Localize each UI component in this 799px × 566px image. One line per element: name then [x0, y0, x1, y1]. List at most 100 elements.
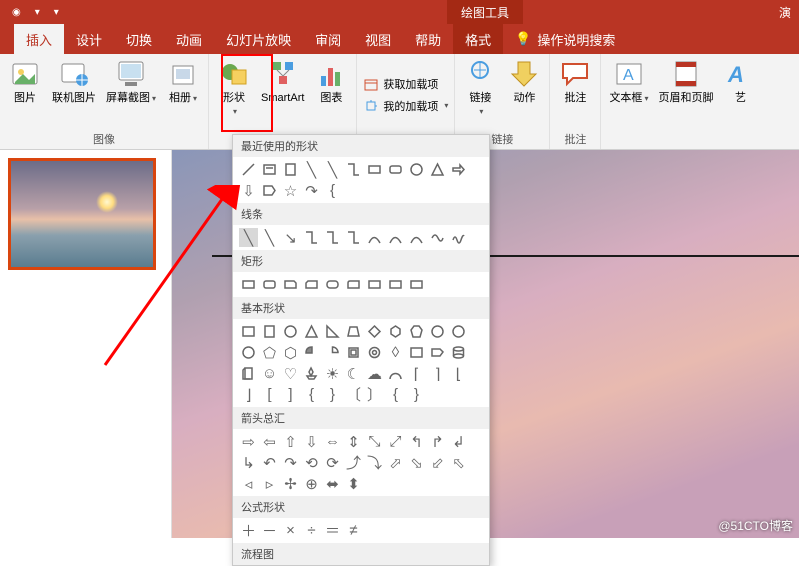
shape-ar25[interactable]: ✢	[281, 474, 300, 493]
shape-ar17[interactable]: ⤴	[344, 453, 363, 472]
shape-ar16[interactable]: ⟳	[323, 453, 342, 472]
shape-ar14[interactable]: ↷	[281, 453, 300, 472]
shape-rect8[interactable]	[386, 275, 405, 294]
shape-eq-plus[interactable]: ＋	[239, 521, 258, 540]
shape-b39[interactable]: 〔	[344, 385, 363, 404]
shape-b34[interactable]: ⌋	[239, 385, 258, 404]
tab-slideshow[interactable]: 幻灯片放映	[214, 24, 303, 54]
shape-ar3[interactable]: ⇧	[281, 432, 300, 451]
shape-b29[interactable]: ☁	[365, 364, 384, 383]
shape-rect2[interactable]	[260, 275, 279, 294]
shape-line3[interactable]: ╲	[323, 160, 342, 179]
shape-b33[interactable]: ⌊	[449, 364, 468, 383]
shape-b11[interactable]	[449, 322, 468, 341]
shape-ar12[interactable]: ↳	[239, 453, 258, 472]
shape-connector[interactable]	[344, 160, 363, 179]
action-button[interactable]: 动作	[503, 56, 545, 107]
shape-b30[interactable]	[386, 364, 405, 383]
shape-rect5[interactable]	[323, 275, 342, 294]
shape-ar8[interactable]: ⤢	[386, 432, 405, 451]
shape-rect6[interactable]	[344, 275, 363, 294]
shape-arrow-d[interactable]: ⇩	[239, 181, 258, 200]
shape-b26[interactable]	[302, 364, 321, 383]
shape-elbow3[interactable]	[344, 228, 363, 247]
shape-eq-neq[interactable]: ≠	[344, 521, 363, 540]
wordart-button[interactable]: A 艺	[719, 56, 761, 107]
shape-ar28[interactable]: ⬍	[344, 474, 363, 493]
shape-line-b[interactable]: ╲	[260, 228, 279, 247]
shape-rect7[interactable]	[365, 275, 384, 294]
shape-ar10[interactable]: ↱	[428, 432, 447, 451]
chart-button[interactable]: 图表	[310, 56, 352, 107]
shape-ar24[interactable]: ▹	[260, 474, 279, 493]
online-pictures-button[interactable]: 联机图片	[48, 56, 100, 107]
shape-b22[interactable]	[449, 343, 468, 362]
shape-b9[interactable]	[407, 322, 426, 341]
shape-ar4[interactable]: ⇩	[302, 432, 321, 451]
shape-ar2[interactable]: ⇦	[260, 432, 279, 451]
shape-roundrect[interactable]	[386, 160, 405, 179]
shape-b40[interactable]: 〕	[365, 385, 384, 404]
qat-more-icon[interactable]: ▾	[54, 7, 59, 18]
shape-b36[interactable]: ]	[281, 385, 300, 404]
tab-transition[interactable]: 切换	[114, 24, 164, 54]
tell-me-search[interactable]: 💡 操作说明搜索	[503, 24, 627, 54]
shape-ar15[interactable]: ⟲	[302, 453, 321, 472]
shape-elbow2[interactable]	[323, 228, 342, 247]
shape-b12[interactable]	[239, 343, 258, 362]
link-button[interactable]: 链接▾	[459, 56, 501, 120]
album-button[interactable]: 相册▾	[162, 56, 204, 107]
shape-eq-minus[interactable]: －	[260, 521, 279, 540]
shape-ar26[interactable]: ⊕	[302, 474, 321, 493]
tab-format[interactable]: 格式	[453, 24, 503, 54]
qat-dropdown-icon[interactable]: ▾	[35, 7, 40, 18]
shape-b6[interactable]	[344, 322, 363, 341]
shape-circle[interactable]	[407, 160, 426, 179]
shape-ar6[interactable]: ⇕	[344, 432, 363, 451]
autosave-icon[interactable]: ◉	[12, 7, 21, 18]
shape-ar9[interactable]: ↰	[407, 432, 426, 451]
shape-b41[interactable]: {	[386, 385, 405, 404]
shape-b23[interactable]	[239, 364, 258, 383]
screenshot-button[interactable]: 屏幕截图▾	[102, 56, 160, 107]
shape-b10[interactable]	[428, 322, 447, 341]
shape-b7[interactable]	[365, 322, 384, 341]
shape-eq-mult[interactable]: ×	[281, 521, 300, 540]
shape-b32[interactable]: ⌉	[428, 364, 447, 383]
shape-curve2[interactable]	[386, 228, 405, 247]
shape-b8[interactable]	[386, 322, 405, 341]
shape-triangle[interactable]	[428, 160, 447, 179]
get-addins-button[interactable]: 获取加载项	[361, 75, 440, 93]
tab-view[interactable]: 视图	[353, 24, 403, 54]
shape-b38[interactable]: }	[323, 385, 342, 404]
tab-insert[interactable]: 插入	[14, 24, 64, 54]
comment-button[interactable]: 批注	[554, 56, 596, 107]
tab-design[interactable]: 设计	[64, 24, 114, 54]
shape-ar20[interactable]: ⬂	[407, 453, 426, 472]
shape-rect9[interactable]	[407, 275, 426, 294]
shape-b13[interactable]: ⬠	[260, 343, 279, 362]
shape-scribble[interactable]	[449, 228, 468, 247]
tab-help[interactable]: 帮助	[403, 24, 453, 54]
shape-b15[interactable]	[302, 343, 321, 362]
shape-curve1[interactable]	[365, 228, 384, 247]
shape-ar13[interactable]: ↶	[260, 453, 279, 472]
shape-b31[interactable]: ⌈	[407, 364, 426, 383]
shape-b37[interactable]: {	[302, 385, 321, 404]
shape-textbox[interactable]	[260, 160, 279, 179]
shape-star[interactable]: ☆	[281, 181, 300, 200]
shape-ar27[interactable]: ⬌	[323, 474, 342, 493]
shape-b19[interactable]: ◊	[386, 343, 405, 362]
shape-pentagon[interactable]	[260, 181, 279, 200]
shape-b3[interactable]	[281, 322, 300, 341]
shape-rect3[interactable]	[281, 275, 300, 294]
shape-arrow-r[interactable]	[449, 160, 468, 179]
shape-ar23[interactable]: ◃	[239, 474, 258, 493]
shape-curve3[interactable]	[407, 228, 426, 247]
shape-b21[interactable]	[428, 343, 447, 362]
shape-line[interactable]	[239, 160, 258, 179]
shape-line-a[interactable]: ╲	[239, 228, 258, 247]
shape-rect[interactable]	[365, 160, 384, 179]
shape-b28[interactable]: ☾	[344, 364, 363, 383]
shape-brace-l[interactable]: {	[323, 181, 342, 200]
